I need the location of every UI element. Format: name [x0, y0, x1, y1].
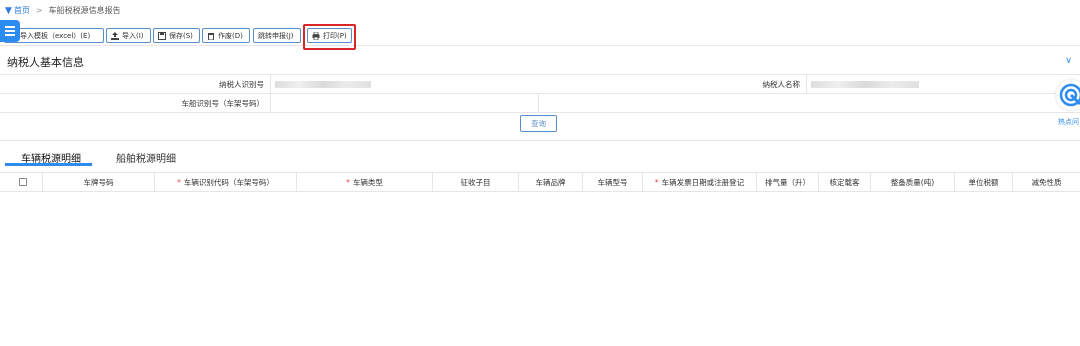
form-row: 车船识别号（车架号码） — [0, 93, 1080, 112]
save-button[interactable]: 保存(S) — [153, 28, 200, 43]
column-header[interactable]: * 车辆识别代码（车架号码） — [154, 173, 296, 192]
column-header[interactable]: 车辆品牌 — [518, 173, 582, 192]
location-pin-icon: ▼ — [5, 5, 12, 16]
form-divider — [0, 112, 1080, 113]
void-button[interactable]: 作废(D) — [202, 28, 250, 43]
column-header[interactable]: * 车辆发票日期或注册登记 — [642, 173, 756, 192]
toolbar: 导入模板（excel）(E) 导入(I) 保存(S) 作废(D) 跳转申报(J)… — [0, 24, 1080, 46]
column-header[interactable]: 整备质量(吨) — [870, 173, 954, 192]
breadcrumb: ▼ 首页 > 车船税税源信息报告 — [0, 0, 1080, 21]
column-header[interactable]: 排气量（升） — [756, 173, 818, 192]
section-title: 纳税人基本信息 — [7, 56, 84, 69]
import-template-label: 导入模板（excel）(E) — [20, 31, 91, 40]
menu-toggle-icon[interactable] — [0, 20, 20, 42]
select-all-checkbox[interactable] — [19, 178, 27, 186]
hot-questions-label: 热点问 — [1058, 118, 1079, 126]
column-header[interactable]: 核定载客 — [818, 173, 870, 192]
taxpayer-name-label: 纳税人名称 — [762, 79, 801, 89]
column-header[interactable]: 车辆型号 — [582, 173, 642, 192]
form-row: 纳税人识别号 纳税人名称 — [0, 74, 1080, 93]
taxpayer-id-field[interactable] — [270, 75, 538, 93]
upload-icon — [111, 31, 119, 40]
column-header[interactable]: 单位税额 — [954, 173, 1012, 192]
column-header[interactable]: 减免性质 — [1012, 173, 1080, 192]
divider — [538, 94, 539, 112]
vehicle-grid-header: 车牌号码 * 车辆识别代码（车架号码） * 车辆类型 征收子目 车辆品牌 车辆型号 … — [0, 173, 1080, 192]
detail-tabs: 车辆税源明细 船舶税源明细 — [0, 140, 1080, 173]
print-highlight-box — [303, 24, 356, 50]
column-header[interactable]: 征收子目 — [432, 173, 518, 192]
tab-vessel-details[interactable]: 船舶税源明细 — [116, 150, 176, 165]
column-header[interactable]: * 车辆类型 — [296, 173, 432, 192]
breadcrumb-separator: > — [35, 6, 43, 15]
taxpayer-id-label: 纳税人识别号 — [219, 79, 264, 89]
breadcrumb-current: 车船税税源信息报告 — [48, 6, 121, 15]
query-button[interactable]: 查询 — [520, 115, 557, 132]
redacted-value — [811, 80, 919, 88]
breadcrumb-home-link[interactable]: 首页 — [14, 5, 30, 16]
redacted-value — [275, 80, 371, 88]
hot-questions-widget[interactable]: 热点问 — [1056, 80, 1080, 130]
save-icon — [158, 31, 166, 40]
vessel-id-input[interactable] — [270, 94, 538, 112]
taxpayer-section-header[interactable]: 纳税人基本信息 ∨ — [0, 52, 1080, 72]
import-label: 导入(I) — [122, 31, 144, 40]
import-button[interactable]: 导入(I) — [106, 28, 151, 43]
column-header[interactable]: 车牌号码 — [42, 173, 154, 192]
taxpayer-name-field[interactable] — [806, 75, 1080, 93]
vessel-id-label: 车船识别号（车架号码） — [181, 98, 265, 108]
void-label: 作废(D) — [218, 31, 243, 40]
jump-declare-label: 跳转申报(J) — [258, 31, 294, 40]
jump-declare-button[interactable]: 跳转申报(J) — [253, 28, 301, 43]
save-label: 保存(S) — [169, 31, 193, 40]
chevron-down-icon[interactable]: ∨ — [1065, 56, 1072, 66]
active-tab-indicator — [5, 163, 92, 166]
hot-questions-icon[interactable] — [1056, 80, 1080, 110]
trash-icon — [207, 32, 215, 40]
